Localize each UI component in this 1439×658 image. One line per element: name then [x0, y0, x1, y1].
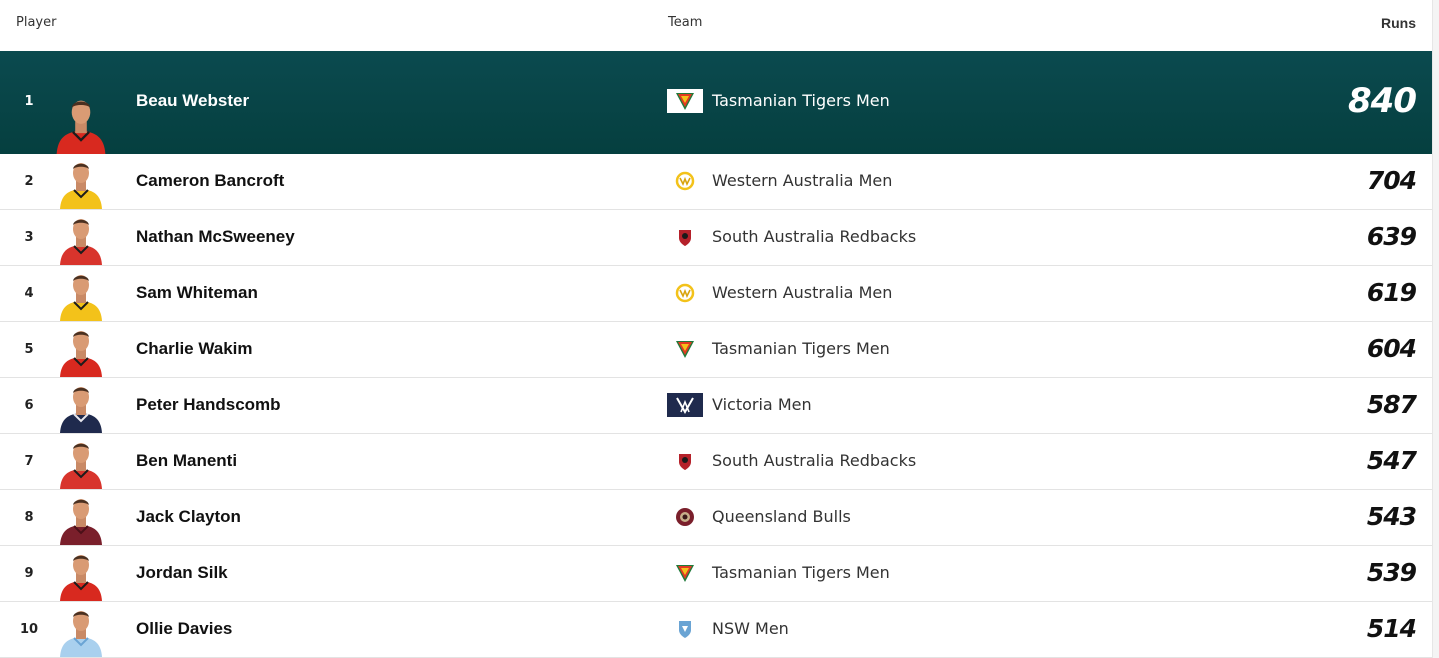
tasmanian-tigers-logo-icon — [667, 337, 703, 361]
table-header: Player Team Runs — [0, 0, 1432, 51]
runs-value: 587 — [1366, 390, 1417, 419]
team-name-link[interactable]: Tasmanian Tigers Men — [712, 563, 890, 582]
runs-value: 639 — [1366, 222, 1417, 251]
player-photo[interactable] — [52, 58, 110, 154]
table-row[interactable]: 5 Charlie Wakim Tasmanian Tigers Men 604 — [0, 322, 1432, 378]
player-photo[interactable] — [56, 381, 106, 433]
team-name-link[interactable]: Tasmanian Tigers Men — [712, 91, 890, 110]
runs-leaderboard-table: Player Team Runs 1 Beau Webster Tasmanian … — [0, 0, 1432, 658]
runs-value: 619 — [1366, 278, 1417, 307]
column-header-team[interactable]: Team — [668, 15, 702, 30]
runs-value: 514 — [1366, 614, 1417, 643]
table-body: 1 Beau Webster Tasmanian Tigers Men 840 2 Cam… — [0, 51, 1432, 658]
runs-value: 543 — [1366, 502, 1417, 531]
rank-number: 4 — [24, 286, 34, 301]
player-name-link[interactable]: Ollie Davies — [136, 619, 232, 639]
rank-number: 8 — [24, 510, 34, 525]
table-row[interactable]: 6 Peter Handscomb Victoria Men 587 — [0, 378, 1432, 434]
scrollbar-track[interactable] — [1432, 0, 1439, 658]
team-name-link[interactable]: South Australia Redbacks — [712, 227, 916, 246]
table-row[interactable]: 10 Ollie Davies NSW Men 514 — [0, 602, 1432, 658]
player-photo[interactable] — [56, 493, 106, 545]
tasmanian-tigers-logo-icon — [667, 89, 703, 113]
rank-number: 3 — [24, 230, 34, 245]
table-row[interactable]: 7 Ben Manenti South Australia Redbacks 547 — [0, 434, 1432, 490]
team-name-link[interactable]: Western Australia Men — [712, 171, 892, 190]
team-name-link[interactable]: NSW Men — [712, 619, 789, 638]
table-row[interactable]: 4 Sam Whiteman Western Australia Men 619 — [0, 266, 1432, 322]
player-photo[interactable] — [56, 437, 106, 489]
table-row[interactable]: 2 Cameron Bancroft Western Australia Men 70… — [0, 154, 1432, 210]
player-photo[interactable] — [56, 213, 106, 265]
rank-number: 6 — [24, 398, 34, 413]
south-australia-redbacks-logo-icon — [667, 225, 703, 249]
south-australia-redbacks-logo-icon — [667, 449, 703, 473]
rank-number: 7 — [24, 454, 34, 469]
queensland-bulls-logo-icon — [667, 505, 703, 529]
player-photo[interactable] — [56, 549, 106, 601]
player-name-link[interactable]: Sam Whiteman — [136, 283, 258, 303]
runs-value: 539 — [1366, 558, 1417, 587]
rank-number: 9 — [24, 566, 34, 581]
tasmanian-tigers-logo-icon — [667, 561, 703, 585]
player-name-link[interactable]: Cameron Bancroft — [136, 171, 284, 191]
column-header-runs[interactable]: Runs — [1381, 15, 1416, 31]
player-photo[interactable] — [56, 325, 106, 377]
player-name-link[interactable]: Ben Manenti — [136, 451, 237, 471]
rank-number: 1 — [24, 94, 34, 109]
victoria-logo-icon — [667, 393, 703, 417]
player-photo[interactable] — [56, 605, 106, 657]
team-name-link[interactable]: Queensland Bulls — [712, 507, 851, 526]
player-photo[interactable] — [56, 269, 106, 321]
table-row[interactable]: 3 Nathan McSweeney South Australia Redback… — [0, 210, 1432, 266]
table-row[interactable]: 8 Jack Clayton Queensland Bulls 543 — [0, 490, 1432, 546]
table-row[interactable]: 1 Beau Webster Tasmanian Tigers Men 840 — [0, 51, 1432, 154]
team-name-link[interactable]: Victoria Men — [712, 395, 812, 414]
team-name-link[interactable]: Tasmanian Tigers Men — [712, 339, 890, 358]
player-name-link[interactable]: Charlie Wakim — [136, 339, 253, 359]
runs-value: 704 — [1366, 166, 1417, 195]
runs-value: 840 — [1348, 81, 1417, 121]
western-australia-logo-icon — [667, 281, 703, 305]
player-name-link[interactable]: Jordan Silk — [136, 563, 228, 583]
runs-value: 547 — [1366, 446, 1417, 475]
player-name-link[interactable]: Jack Clayton — [136, 507, 241, 527]
player-name-link[interactable]: Beau Webster — [136, 91, 249, 111]
nsw-logo-icon — [667, 617, 703, 641]
western-australia-logo-icon — [667, 169, 703, 193]
runs-value: 604 — [1366, 334, 1417, 363]
rank-number: 10 — [19, 622, 39, 637]
player-name-link[interactable]: Nathan McSweeney — [136, 227, 295, 247]
team-name-link[interactable]: South Australia Redbacks — [712, 451, 916, 470]
player-name-link[interactable]: Peter Handscomb — [136, 395, 281, 415]
team-name-link[interactable]: Western Australia Men — [712, 283, 892, 302]
table-row[interactable]: 9 Jordan Silk Tasmanian Tigers Men 539 — [0, 546, 1432, 602]
rank-number: 5 — [24, 342, 34, 357]
rank-number: 2 — [24, 174, 34, 189]
player-photo[interactable] — [56, 157, 106, 209]
column-header-player[interactable]: Player — [16, 15, 56, 30]
